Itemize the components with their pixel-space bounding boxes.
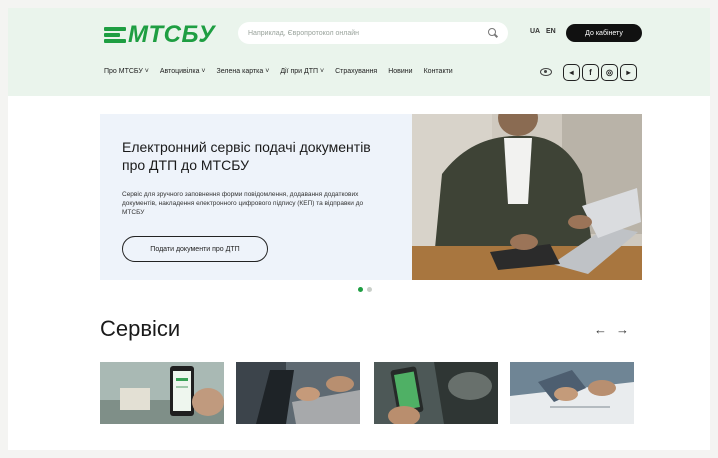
nav-item-green-card[interactable]: Зелена картка ˅	[217, 68, 270, 75]
arrow-right-icon[interactable]: →	[616, 322, 629, 337]
cabinet-button[interactable]: До кабінету	[566, 24, 642, 42]
service-card-4[interactable]	[510, 362, 634, 424]
logo[interactable]: МТСБУ	[104, 21, 216, 48]
logo-text: МТСБУ	[128, 21, 216, 48]
lang-ua-link[interactable]: UA	[530, 28, 540, 35]
slider-dots	[358, 287, 372, 292]
page: МТСБУ Наприклад, Європротокол онлайн UA …	[8, 8, 710, 450]
submit-documents-button[interactable]: Подати документи про ДТП	[122, 236, 268, 262]
service-card-1[interactable]	[100, 362, 224, 424]
service-card-2[interactable]	[236, 362, 360, 424]
services-title: Сервіси	[100, 316, 181, 341]
nav-item-insurance[interactable]: Страхування	[335, 68, 377, 75]
site-header: МТСБУ Наприклад, Європротокол онлайн UA …	[8, 8, 710, 96]
facebook-icon[interactable]: f	[582, 64, 599, 81]
slider-dot-1[interactable]	[358, 287, 363, 292]
hero-banner: Електронний сервіс подачі документів про…	[100, 114, 642, 280]
hero-title: Електронний сервіс подачі документів про…	[122, 139, 371, 173]
search-input[interactable]: Наприклад, Європротокол онлайн	[238, 22, 508, 44]
logo-mark-icon	[104, 25, 126, 45]
accessibility-eye-icon[interactable]	[540, 68, 552, 76]
lang-en-link[interactable]: EN	[546, 28, 556, 35]
youtube-icon[interactable]: ▸	[620, 64, 637, 81]
search-placeholder: Наприклад, Європротокол онлайн	[248, 29, 360, 37]
nav-item-news[interactable]: Новини	[388, 68, 412, 75]
service-card-3[interactable]	[374, 362, 498, 424]
instagram-icon[interactable]: ◎	[601, 64, 618, 81]
slider-dot-2[interactable]	[367, 287, 372, 292]
nav-item-osago[interactable]: Автоцивілка ˅	[160, 68, 206, 75]
hero-description: Сервіс для зручного заповнення форми пов…	[122, 191, 364, 216]
hero-photo	[412, 114, 642, 280]
search-icon[interactable]	[488, 28, 498, 38]
main-nav: Про МТСБУ ˅ Автоцивілка ˅ Зелена картка …	[104, 68, 453, 75]
nav-item-accident[interactable]: Дії при ДТП ˅	[280, 68, 324, 75]
arrow-left-icon[interactable]: ←	[594, 322, 607, 337]
nav-item-about[interactable]: Про МТСБУ ˅	[104, 68, 149, 75]
telegram-icon[interactable]: ◂	[563, 64, 580, 81]
nav-item-contacts[interactable]: Контакти	[424, 68, 453, 75]
